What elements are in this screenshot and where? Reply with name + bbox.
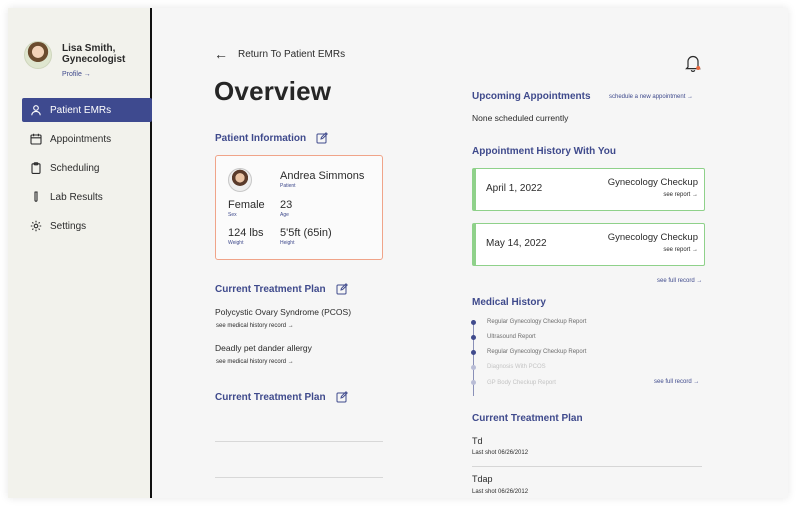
app-window: Lisa Smith, Gynecologist Profile → Patie…: [8, 8, 788, 498]
timeline-dot: [471, 350, 476, 355]
see-full-record-link[interactable]: see full record →: [654, 379, 699, 385]
sidebar-item-patient-emrs[interactable]: Patient EMRs: [22, 98, 152, 122]
medical-history-timeline: Regular Gynecology Checkup Report Ultras…: [471, 319, 652, 398]
timeline-dot: [471, 320, 476, 325]
medical-history-record-link[interactable]: see medical history record →: [216, 359, 294, 365]
medical-history-item[interactable]: GP Body Checkup Report: [487, 380, 556, 386]
patient-card: Andrea Simmons Patient Female Sex 23 Age…: [215, 155, 383, 260]
height-value: 5'5ft (65in): [280, 227, 332, 239]
sidebar-item-label: Patient EMRs: [50, 104, 112, 116]
timeline-dot: [471, 335, 476, 340]
schedule-appointment-link[interactable]: schedule a new appointment →: [609, 94, 693, 100]
divider: [215, 441, 383, 442]
test-tube-icon: [34, 191, 38, 202]
see-report-link[interactable]: see report →: [663, 192, 698, 198]
sidebar-item-label: Lab Results: [50, 191, 103, 203]
user-profile: Lisa Smith, Gynecologist Profile →: [24, 41, 152, 81]
sidebar-item-settings[interactable]: Settings: [22, 214, 152, 238]
timeline-dot: [471, 380, 476, 385]
page-title: Overview: [214, 76, 332, 106]
height-caption: Height: [280, 240, 295, 246]
appointment-date: April 1, 2022: [486, 183, 543, 194]
sidebar: Lisa Smith, Gynecologist Profile → Patie…: [8, 8, 152, 498]
weight-caption: Weight: [228, 240, 244, 246]
vaccine-last-shot: Last shot 06/26/2012: [472, 489, 529, 495]
profile-link[interactable]: Profile →: [62, 71, 91, 78]
gear-icon: [30, 220, 42, 232]
no-appointments-text: None scheduled currently: [472, 113, 569, 123]
medical-history-record-link[interactable]: see medical history record →: [216, 323, 294, 329]
appointment-card[interactable]: May 14, 2022 Gynecology Checkup see repo…: [472, 223, 705, 266]
profile-name: Lisa Smith, Gynecologist: [62, 43, 126, 65]
edit-icon[interactable]: [336, 391, 348, 403]
clipboard-icon: [31, 162, 41, 174]
sex-field: Female Sex: [228, 199, 265, 218]
bell-icon[interactable]: [684, 53, 702, 73]
treatment-item: Deadly pet dander allergy: [215, 343, 312, 353]
user-icon: [31, 105, 41, 116]
divider: [215, 477, 383, 478]
age-caption: Age: [280, 212, 289, 218]
sidebar-item-appointments[interactable]: Appointments: [22, 127, 152, 151]
sex-value: Female: [228, 199, 265, 211]
weight-value: 124 lbs: [228, 227, 264, 239]
current-treatment-plan-heading: Current Treatment Plan: [215, 283, 348, 295]
divider: [472, 466, 702, 467]
appointment-type: Gynecology Checkup: [607, 177, 698, 188]
appointment-type: Gynecology Checkup: [607, 232, 698, 243]
sidebar-item-lab-results[interactable]: Lab Results: [22, 185, 152, 209]
treatment-item: Polycystic Ovary Syndrome (PCOS): [215, 307, 352, 317]
weight-field: 124 lbs Weight: [228, 227, 263, 246]
back-link-label: Return To Patient EMRs: [238, 48, 346, 60]
medical-history-item[interactable]: Diagnosis With PCOS: [487, 364, 546, 370]
patient-name: Andrea Simmons: [280, 170, 365, 182]
see-full-record-link[interactable]: see full record →: [657, 278, 702, 284]
section-heading-label: Patient Information: [215, 132, 307, 144]
sex-caption: Sex: [228, 212, 237, 218]
section-heading-label: Current Treatment Plan: [215, 283, 326, 295]
section-heading-label: Current Treatment Plan: [215, 391, 326, 403]
vaccine-name: Tdap: [472, 474, 493, 484]
current-treatment-plan-right-heading: Current Treatment Plan: [472, 413, 583, 424]
age-field: 23 Age: [280, 199, 292, 218]
patient-avatar: [228, 168, 252, 192]
back-arrow-icon: ←: [214, 46, 228, 62]
height-field: 5'5ft (65in) Height: [280, 227, 332, 246]
vaccine-name: Td: [472, 436, 483, 446]
timeline-dot: [471, 365, 476, 370]
calendar-icon: [30, 133, 42, 145]
see-report-link[interactable]: see report →: [663, 247, 698, 253]
patient-information-heading: Patient Information: [215, 132, 329, 144]
edit-icon[interactable]: [316, 132, 329, 144]
medical-history-item[interactable]: Regular Gynecology Checkup Report: [487, 349, 586, 355]
current-treatment-plan-heading-2: Current Treatment Plan: [215, 391, 348, 403]
sidebar-item-label: Appointments: [50, 133, 112, 145]
sidebar-item-label: Scheduling: [50, 162, 100, 174]
sidebar-item-label: Settings: [50, 220, 87, 232]
vaccine-last-shot: Last shot 06/26/2012: [472, 450, 529, 456]
back-link[interactable]: ← Return To Patient EMRs: [214, 46, 345, 62]
appointment-date: May 14, 2022: [486, 238, 547, 249]
medical-history-item[interactable]: Regular Gynecology Checkup Report: [487, 319, 586, 325]
medical-history-heading: Medical History: [472, 297, 546, 308]
appointment-card[interactable]: April 1, 2022 Gynecology Checkup see rep…: [472, 168, 705, 211]
upcoming-appointments-heading: Upcoming Appointments: [472, 91, 591, 102]
avatar[interactable]: [24, 41, 52, 69]
appointment-history-heading: Appointment History With You: [472, 146, 616, 157]
medical-history-item[interactable]: Ultrasound Report: [487, 334, 536, 340]
age-value: 23: [280, 199, 293, 211]
patient-name-caption: Patient: [280, 183, 296, 189]
edit-icon[interactable]: [336, 283, 348, 295]
patient-name-block: Andrea Simmons Patient: [280, 170, 364, 189]
sidebar-item-scheduling[interactable]: Scheduling: [22, 156, 152, 180]
sidebar-nav: Patient EMRs Appointments Scheduling Lab…: [22, 98, 152, 243]
